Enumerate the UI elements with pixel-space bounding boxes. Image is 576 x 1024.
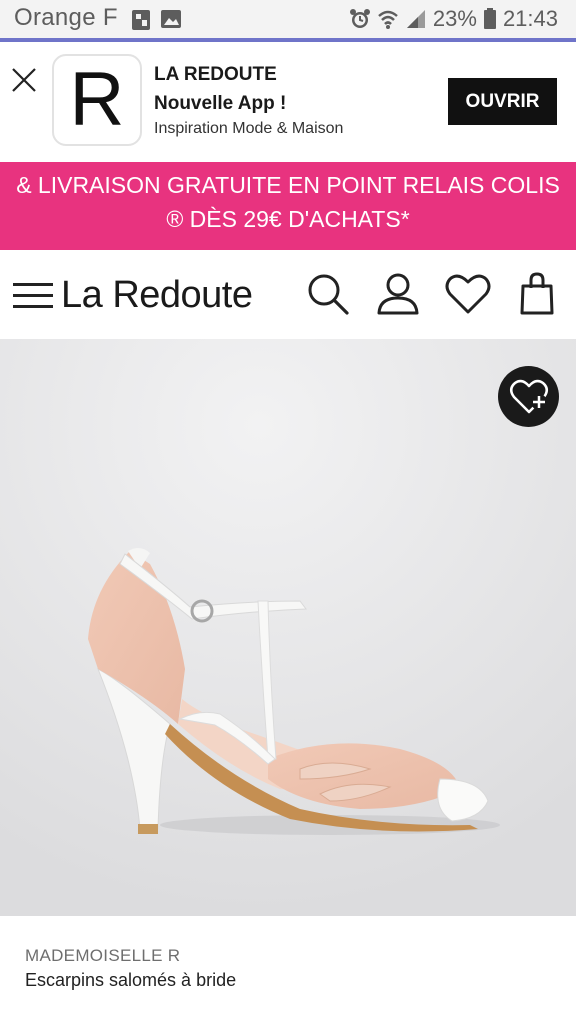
promo-banner[interactable]: & LIVRAISON GRATUITE EN POINT RELAIS COL… <box>0 162 576 250</box>
wishlist-icon[interactable] <box>445 272 491 316</box>
app-title: LA REDOUTE <box>154 64 277 85</box>
app-subtitle: Nouvelle App ! <box>154 93 287 114</box>
product-name: Escarpins salomés à bride <box>25 970 237 990</box>
battery-level: 23% <box>432 6 477 31</box>
product-brand[interactable]: MADEMOISELLE R <box>25 946 180 966</box>
search-icon[interactable] <box>306 272 350 316</box>
site-header: La Redoute <box>0 250 576 340</box>
status-bar: Orange F 23% 21:43 <box>0 0 576 38</box>
sim-icon <box>132 10 150 30</box>
carrier-name: Orange F <box>14 4 118 31</box>
bag-icon[interactable] <box>518 272 556 316</box>
heart-plus-icon <box>509 379 548 413</box>
site-logo[interactable]: La Redoute <box>61 274 253 317</box>
battery-icon <box>483 8 496 29</box>
alarm-icon <box>349 9 370 28</box>
promo-line-1: & LIVRAISON GRATUITE EN POINT RELAIS COL… <box>16 172 560 198</box>
account-icon[interactable] <box>376 272 420 316</box>
shoe-illustration <box>0 339 576 916</box>
product-info: MADEMOISELLE R Escarpins salomés à bride <box>0 916 576 1024</box>
app-tagline: Inspiration Mode & Maison <box>154 120 344 137</box>
app-logo-letter: R <box>69 57 125 142</box>
wifi-icon <box>378 10 398 29</box>
close-icon[interactable] <box>11 67 37 93</box>
app-install-banner: R LA REDOUTE Nouvelle App ! Inspiration … <box>0 42 576 162</box>
image-icon <box>161 10 181 28</box>
menu-icon[interactable] <box>13 283 53 309</box>
product-image[interactable] <box>0 339 576 916</box>
app-logo: R <box>52 54 142 146</box>
signal-icon <box>406 10 425 28</box>
status-right: 23% 21:43 <box>349 6 558 32</box>
promo-line-2: ® DÈS 29€ D'ACHATS* <box>166 206 410 232</box>
clock: 21:43 <box>502 6 558 31</box>
open-app-button[interactable]: OUVRIR <box>448 78 557 125</box>
add-to-wishlist-button[interactable] <box>498 366 559 427</box>
